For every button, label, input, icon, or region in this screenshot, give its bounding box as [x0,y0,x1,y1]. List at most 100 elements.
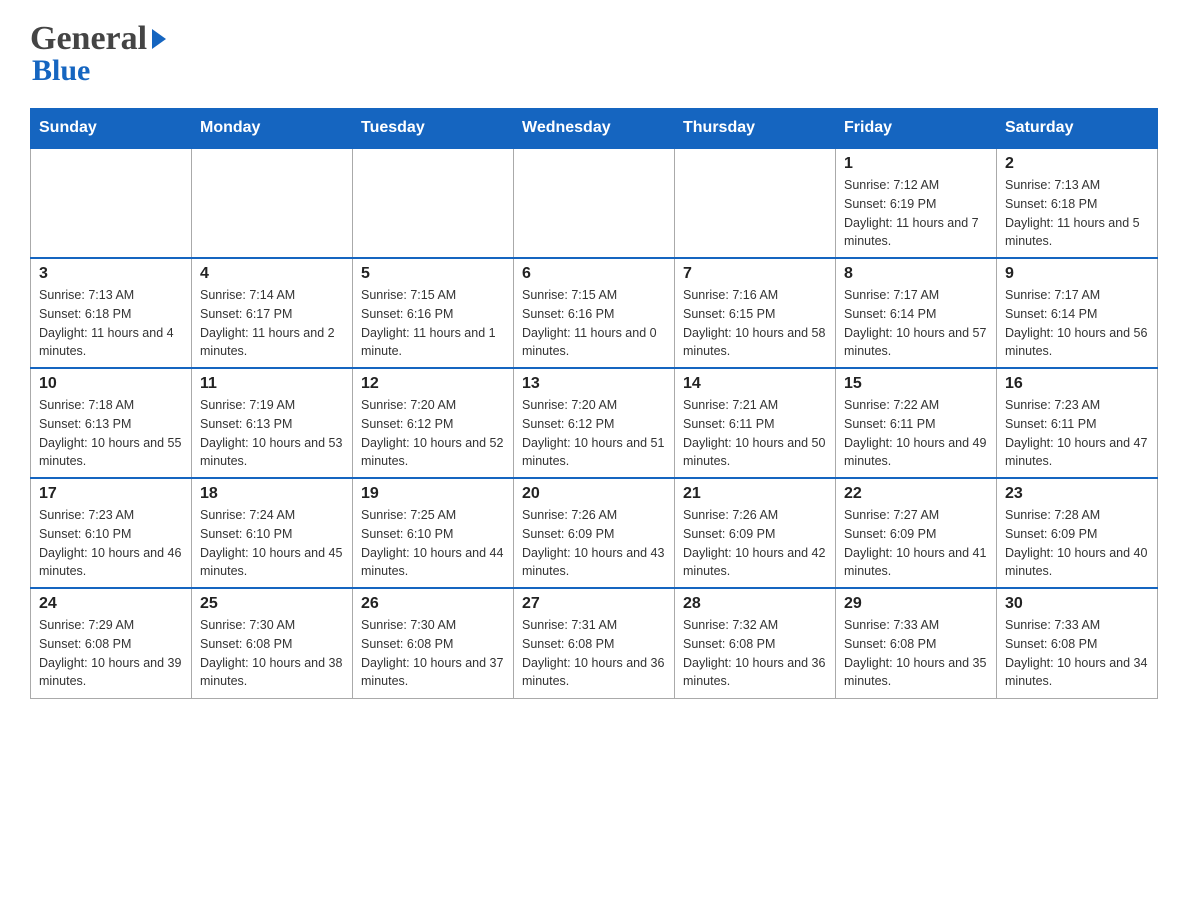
day-number: 13 [522,375,666,393]
day-info: Sunrise: 7:22 AMSunset: 6:11 PMDaylight:… [844,396,988,471]
day-number: 15 [844,375,988,393]
calendar-day-cell: 9 Sunrise: 7:17 AMSunset: 6:14 PMDaylight… [997,258,1158,368]
calendar-day-cell: 16 Sunrise: 7:23 AMSunset: 6:11 PMDayligh… [997,368,1158,478]
day-number: 14 [683,375,827,393]
weekday-header-row: SundayMondayTuesdayWednesdayThursdayFrid… [31,109,1158,149]
weekday-header-sunday: Sunday [31,109,192,149]
calendar-week-row: 24 Sunrise: 7:29 AMSunset: 6:08 PMDayligh… [31,588,1158,698]
day-number: 11 [200,375,344,393]
day-number: 20 [522,485,666,503]
logo-general: General [30,20,147,58]
day-number: 7 [683,265,827,283]
calendar-day-cell: 2Sunrise: 7:13 AMSunset: 6:18 PMDaylight… [997,148,1158,258]
day-number: 3 [39,265,183,283]
day-number: 28 [683,595,827,613]
weekday-header-tuesday: Tuesday [353,109,514,149]
day-info: Sunrise: 7:32 AMSunset: 6:08 PMDaylight:… [683,616,827,691]
day-info: Sunrise: 7:33 AMSunset: 6:08 PMDaylight:… [1005,616,1149,691]
calendar-day-cell: 24 Sunrise: 7:29 AMSunset: 6:08 PMDayligh… [31,588,192,698]
calendar-day-cell: 15 Sunrise: 7:22 AMSunset: 6:11 PMDayligh… [836,368,997,478]
calendar-day-cell [31,148,192,258]
day-number: 21 [683,485,827,503]
calendar-day-cell: 4 Sunrise: 7:14 AMSunset: 6:17 PMDaylight… [192,258,353,368]
day-number: 26 [361,595,505,613]
day-info: Sunrise: 7:31 AMSunset: 6:08 PMDaylight:… [522,616,666,691]
day-number: 8 [844,265,988,283]
day-number: 5 [361,265,505,283]
day-info: Sunrise: 7:25 AMSunset: 6:10 PMDaylight:… [361,506,505,581]
day-info: Sunrise: 7:17 AMSunset: 6:14 PMDaylight:… [1005,286,1149,361]
calendar-day-cell [675,148,836,258]
day-info: Sunrise: 7:23 AMSunset: 6:10 PMDaylight:… [39,506,183,581]
calendar-day-cell: 14 Sunrise: 7:21 AMSunset: 6:11 PMDayligh… [675,368,836,478]
day-info: Sunrise: 7:20 AMSunset: 6:12 PMDaylight:… [361,396,505,471]
day-info: Sunrise: 7:26 AMSunset: 6:09 PMDaylight:… [522,506,666,581]
day-info: Sunrise: 7:13 AMSunset: 6:18 PMDaylight:… [1005,176,1149,251]
calendar-week-row: 1Sunrise: 7:12 AMSunset: 6:19 PMDaylight… [31,148,1158,258]
calendar-table: SundayMondayTuesdayWednesdayThursdayFrid… [30,108,1158,699]
weekday-header-monday: Monday [192,109,353,149]
day-info: Sunrise: 7:15 AMSunset: 6:16 PMDaylight:… [522,286,666,361]
calendar-week-row: 10 Sunrise: 7:18 AMSunset: 6:13 PMDayligh… [31,368,1158,478]
calendar-day-cell: 12Sunrise: 7:20 AMSunset: 6:12 PMDayligh… [353,368,514,478]
day-info: Sunrise: 7:30 AMSunset: 6:08 PMDaylight:… [361,616,505,691]
day-info: Sunrise: 7:21 AMSunset: 6:11 PMDaylight:… [683,396,827,471]
day-number: 4 [200,265,344,283]
logo: General Blue [30,20,166,88]
day-number: 27 [522,595,666,613]
day-info: Sunrise: 7:18 AMSunset: 6:13 PMDaylight:… [39,396,183,471]
day-info: Sunrise: 7:17 AMSunset: 6:14 PMDaylight:… [844,286,988,361]
day-info: Sunrise: 7:23 AMSunset: 6:11 PMDaylight:… [1005,396,1149,471]
calendar-day-cell: 25 Sunrise: 7:30 AMSunset: 6:08 PMDayligh… [192,588,353,698]
logo-arrow-icon [152,29,166,49]
day-info: Sunrise: 7:33 AMSunset: 6:08 PMDaylight:… [844,616,988,691]
day-info: Sunrise: 7:29 AMSunset: 6:08 PMDaylight:… [39,616,183,691]
day-number: 6 [522,265,666,283]
calendar-day-cell: 18 Sunrise: 7:24 AMSunset: 6:10 PMDayligh… [192,478,353,588]
calendar-week-row: 17 Sunrise: 7:23 AMSunset: 6:10 PMDayligh… [31,478,1158,588]
calendar-day-cell: 29 Sunrise: 7:33 AMSunset: 6:08 PMDayligh… [836,588,997,698]
calendar-day-cell: 7Sunrise: 7:16 AMSunset: 6:15 PMDaylight… [675,258,836,368]
day-number: 22 [844,485,988,503]
day-info: Sunrise: 7:13 AMSunset: 6:18 PMDaylight:… [39,286,183,361]
day-number: 10 [39,375,183,393]
calendar-day-cell: 5 Sunrise: 7:15 AMSunset: 6:16 PMDaylight… [353,258,514,368]
calendar-day-cell [192,148,353,258]
day-number: 1 [844,155,988,173]
day-info: Sunrise: 7:15 AMSunset: 6:16 PMDaylight:… [361,286,505,361]
calendar-day-cell: 26 Sunrise: 7:30 AMSunset: 6:08 PMDayligh… [353,588,514,698]
day-number: 9 [1005,265,1149,283]
calendar-day-cell: 11 Sunrise: 7:19 AMSunset: 6:13 PMDayligh… [192,368,353,478]
day-number: 17 [39,485,183,503]
day-number: 16 [1005,375,1149,393]
day-number: 19 [361,485,505,503]
calendar-day-cell: 1Sunrise: 7:12 AMSunset: 6:19 PMDaylight… [836,148,997,258]
day-number: 18 [200,485,344,503]
day-number: 25 [200,595,344,613]
calendar-day-cell: 10 Sunrise: 7:18 AMSunset: 6:13 PMDayligh… [31,368,192,478]
calendar-day-cell [514,148,675,258]
weekday-header-saturday: Saturday [997,109,1158,149]
day-info: Sunrise: 7:19 AMSunset: 6:13 PMDaylight:… [200,396,344,471]
calendar-day-cell: 17 Sunrise: 7:23 AMSunset: 6:10 PMDayligh… [31,478,192,588]
calendar-day-cell: 6 Sunrise: 7:15 AMSunset: 6:16 PMDaylight… [514,258,675,368]
day-info: Sunrise: 7:30 AMSunset: 6:08 PMDaylight:… [200,616,344,691]
weekday-header-wednesday: Wednesday [514,109,675,149]
calendar-day-cell: 27 Sunrise: 7:31 AMSunset: 6:08 PMDayligh… [514,588,675,698]
calendar-day-cell: 21 Sunrise: 7:26 AMSunset: 6:09 PMDayligh… [675,478,836,588]
day-info: Sunrise: 7:26 AMSunset: 6:09 PMDaylight:… [683,506,827,581]
calendar-week-row: 3 Sunrise: 7:13 AMSunset: 6:18 PMDaylight… [31,258,1158,368]
calendar-day-cell: 28 Sunrise: 7:32 AMSunset: 6:08 PMDayligh… [675,588,836,698]
day-number: 23 [1005,485,1149,503]
day-info: Sunrise: 7:24 AMSunset: 6:10 PMDaylight:… [200,506,344,581]
day-info: Sunrise: 7:14 AMSunset: 6:17 PMDaylight:… [200,286,344,361]
day-info: Sunrise: 7:28 AMSunset: 6:09 PMDaylight:… [1005,506,1149,581]
calendar-day-cell [353,148,514,258]
calendar-day-cell: 30Sunrise: 7:33 AMSunset: 6:08 PMDayligh… [997,588,1158,698]
calendar-day-cell: 19 Sunrise: 7:25 AMSunset: 6:10 PMDayligh… [353,478,514,588]
page-header: General Blue [30,20,1158,88]
day-number: 29 [844,595,988,613]
logo-blue: Blue [32,54,90,88]
day-number: 24 [39,595,183,613]
day-info: Sunrise: 7:27 AMSunset: 6:09 PMDaylight:… [844,506,988,581]
